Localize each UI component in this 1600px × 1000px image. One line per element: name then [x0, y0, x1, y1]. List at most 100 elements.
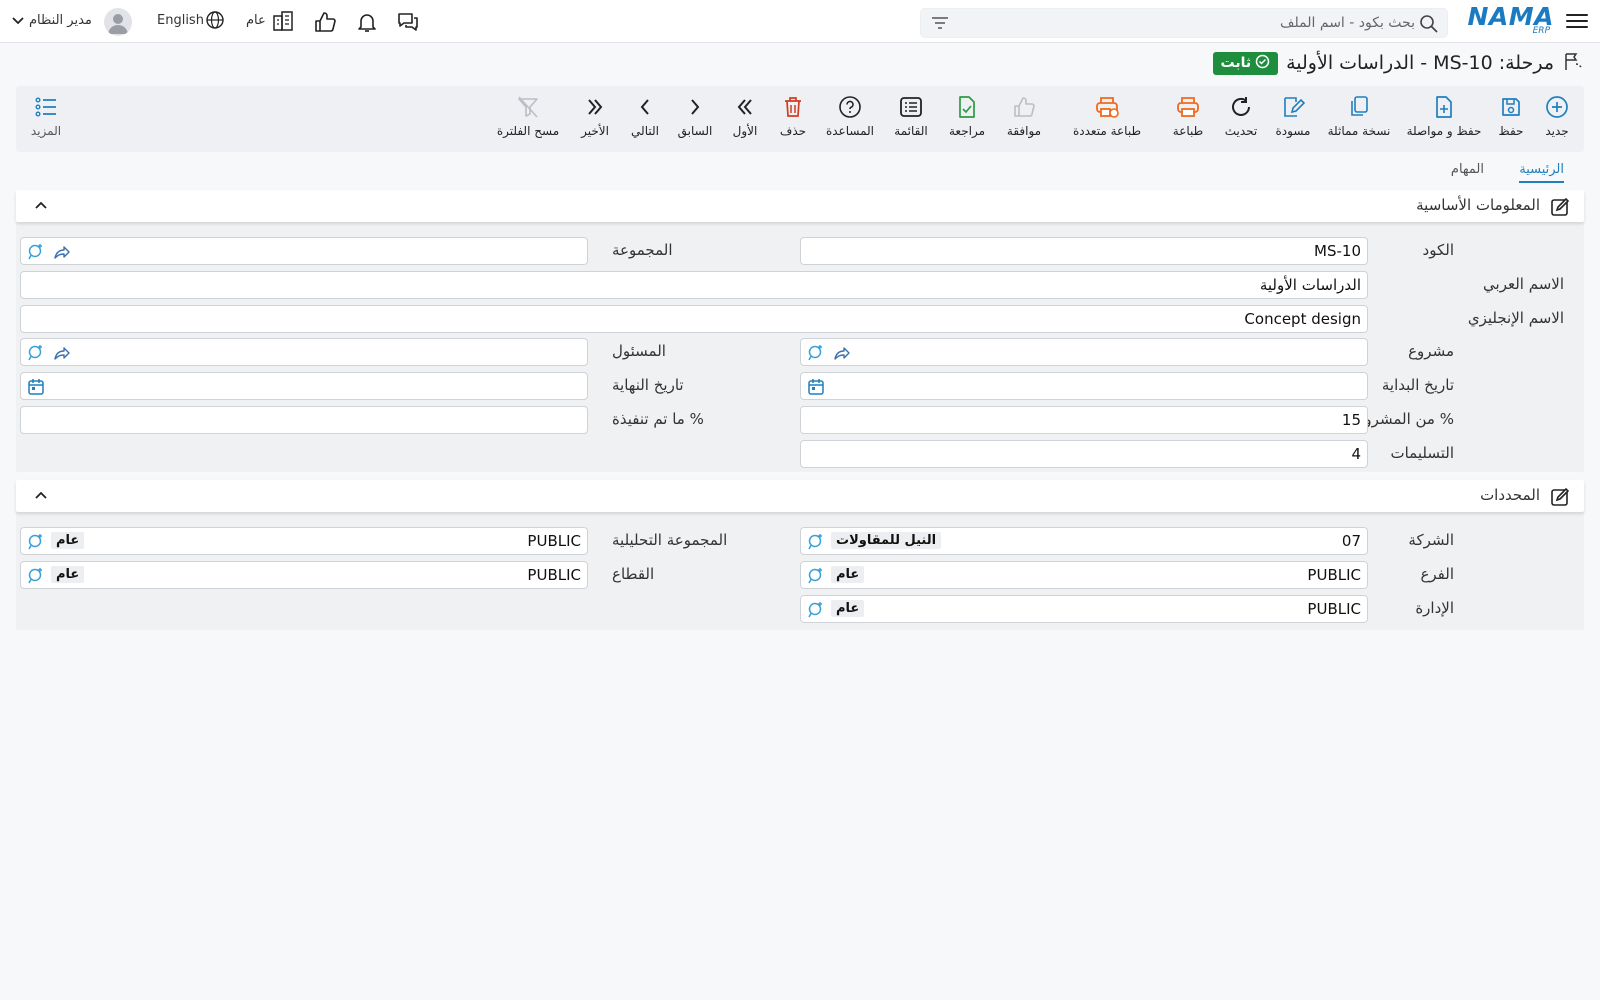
list-icon — [888, 92, 934, 122]
tab-main[interactable]: الرئيسية — [1519, 162, 1564, 183]
company-field[interactable]: 07 النيل للمقاولات — [800, 527, 1368, 555]
review-button[interactable]: مراجعة — [944, 92, 990, 148]
project-percent-field[interactable]: 15 — [800, 406, 1368, 434]
arabic-name-label: الاسم العربي — [1483, 275, 1564, 293]
edit-square-icon — [1550, 197, 1570, 221]
previous-record-button[interactable]: السابق — [674, 92, 716, 148]
save-button[interactable]: حفظ — [1490, 92, 1532, 148]
filter-icon[interactable] — [931, 15, 949, 35]
search-plus-icon[interactable] — [27, 567, 45, 589]
new-button[interactable]: جديد — [1538, 92, 1576, 148]
refresh-label: تحديث — [1224, 124, 1258, 138]
delete-label: حذف — [779, 124, 807, 138]
save-continue-label: حفظ و مواصلة — [1406, 124, 1482, 138]
analysis-group-code: PUBLIC — [527, 532, 581, 550]
arabic-name-value: الدراسات الأولية — [1259, 276, 1361, 294]
search-plus-icon[interactable] — [27, 243, 45, 265]
printer-icon — [1166, 92, 1210, 122]
refresh-button[interactable]: تحديث — [1220, 92, 1262, 148]
search-plus-icon[interactable] — [807, 344, 825, 366]
end-date-field[interactable] — [20, 372, 588, 400]
thumbs-up-icon[interactable] — [313, 10, 337, 38]
start-date-field[interactable] — [800, 372, 1368, 400]
chevron-left-icon — [626, 92, 664, 122]
search-input[interactable] — [975, 9, 1415, 37]
delete-button[interactable]: حذف — [774, 92, 812, 148]
double-chevron-left-icon — [726, 92, 764, 122]
chevron-up-icon[interactable] — [34, 198, 48, 214]
help-button[interactable]: المساعدة — [822, 92, 878, 148]
english-name-label: الاسم الإنجليزي — [1467, 309, 1564, 327]
dimensions-header[interactable]: المحددات — [16, 480, 1584, 512]
done-percent-field[interactable] — [20, 406, 588, 434]
department-field[interactable]: PUBLIC عام — [800, 595, 1368, 623]
company-building-icon[interactable] — [272, 10, 294, 36]
analysis-group-field[interactable]: PUBLIC عام — [20, 527, 588, 555]
responsible-label: المسئول — [612, 342, 666, 360]
search-icon[interactable] — [1419, 14, 1439, 38]
dimensions-title: المحددات — [1480, 486, 1540, 504]
basic-info-header[interactable]: المعلومات الأساسية — [16, 190, 1584, 222]
logo[interactable]: NAMA ERP — [1468, 2, 1554, 38]
globe-icon[interactable] — [205, 10, 225, 34]
group-field[interactable] — [20, 237, 588, 265]
user-name[interactable]: مدير النظام — [29, 13, 92, 28]
search-plus-icon[interactable] — [807, 533, 825, 555]
branch-field[interactable]: PUBLIC عام — [800, 561, 1368, 589]
english-name-value: Concept design — [1244, 310, 1361, 328]
tab-tasks[interactable]: المهام — [1451, 162, 1484, 181]
project-percent-value: 15 — [1341, 411, 1361, 429]
share-arrow-icon[interactable] — [53, 344, 71, 366]
multi-print-button[interactable]: طباعة متعددة — [1058, 92, 1156, 148]
deliverables-field[interactable]: 4 — [800, 440, 1368, 468]
save-continue-button[interactable]: حفظ و مواصلة — [1404, 92, 1484, 148]
company-label[interactable]: عام — [246, 13, 266, 28]
double-chevron-right-icon — [574, 92, 616, 122]
draft-button[interactable]: مسودة — [1272, 92, 1314, 148]
share-arrow-icon[interactable] — [53, 243, 71, 265]
review-label: مراجعة — [948, 124, 986, 138]
bell-icon[interactable] — [355, 10, 379, 38]
save-button-label: حفظ — [1498, 124, 1524, 138]
list-button[interactable]: القائمة — [888, 92, 934, 148]
search-plus-icon[interactable] — [807, 601, 825, 623]
code-field[interactable]: MS-10 — [800, 237, 1368, 265]
approve-button[interactable]: موافقة — [1000, 92, 1048, 148]
user-avatar[interactable] — [104, 8, 132, 36]
calendar-icon[interactable] — [807, 378, 825, 400]
english-name-field[interactable]: Concept design — [20, 305, 1368, 333]
department-label: الإدارة — [1415, 599, 1454, 617]
search-plus-icon[interactable] — [807, 567, 825, 589]
chat-icon[interactable] — [396, 10, 420, 38]
language-switch[interactable]: English — [157, 13, 204, 28]
last-record-button[interactable]: الأخير — [574, 92, 616, 148]
clear-filter-label: مسح الفلترة — [496, 124, 560, 138]
hamburger-menu-icon[interactable] — [1566, 11, 1588, 31]
logo-subtext: ERP — [1532, 26, 1550, 36]
calendar-icon[interactable] — [27, 378, 45, 400]
branch-label: الفرع — [1420, 565, 1454, 583]
refresh-icon — [1220, 92, 1262, 122]
first-record-button[interactable]: الأول — [726, 92, 764, 148]
basic-info-section: المعلومات الأساسية الكود MS-10 المجموعة … — [16, 190, 1584, 472]
search-plus-icon[interactable] — [27, 344, 45, 366]
chevron-up-icon[interactable] — [34, 488, 48, 504]
next-label: التالي — [631, 124, 659, 138]
responsible-field[interactable] — [20, 338, 588, 366]
duplicate-button[interactable]: نسخة مماثلة — [1324, 92, 1394, 148]
duplicate-label: نسخة مماثلة — [1327, 124, 1391, 138]
more-button[interactable]: المزيد — [24, 92, 68, 148]
sector-field[interactable]: PUBLIC عام — [20, 561, 588, 589]
share-arrow-icon[interactable] — [833, 344, 851, 366]
arabic-name-field[interactable]: الدراسات الأولية — [20, 271, 1368, 299]
print-button[interactable]: طباعة — [1166, 92, 1210, 148]
department-name: عام — [831, 600, 865, 617]
tab-bar: الرئيسية المهام — [16, 152, 1584, 186]
chevron-down-icon[interactable] — [11, 14, 25, 30]
search-plus-icon[interactable] — [27, 533, 45, 555]
next-record-button[interactable]: التالي — [626, 92, 664, 148]
clear-filter-button[interactable]: مسح الفلترة — [492, 92, 564, 148]
plus-circle-icon — [1538, 92, 1576, 122]
code-value: MS-10 — [1314, 242, 1361, 260]
project-field[interactable] — [800, 338, 1368, 366]
